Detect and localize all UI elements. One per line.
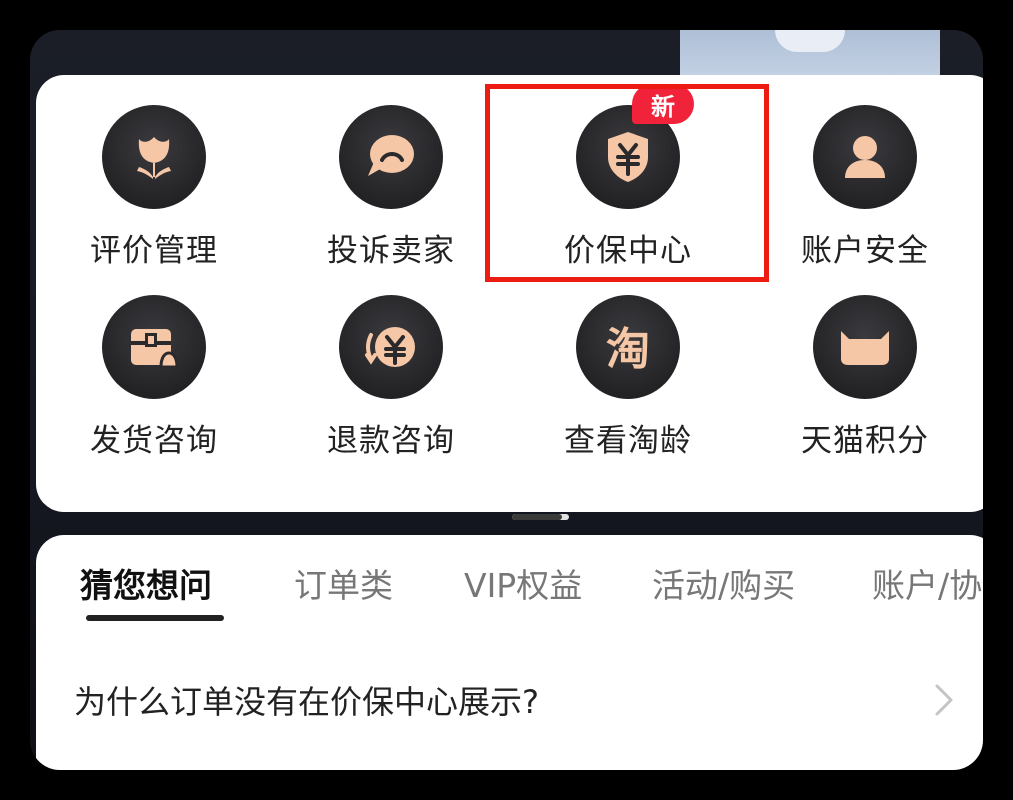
taobao-age-icon-circle: 淘 — [576, 295, 680, 399]
tab-account-agreement[interactable]: 账户/协 — [872, 559, 982, 607]
tulip-icon — [137, 137, 171, 179]
refund-yuan-icon — [365, 327, 415, 367]
active-tab-indicator — [86, 615, 224, 621]
service-tmall-points[interactable]: 天猫积分 — [755, 265, 975, 459]
service-label: 评价管理 — [90, 233, 218, 269]
service-label: 投诉卖家 — [327, 233, 455, 269]
new-badge: 新 — [632, 84, 694, 124]
chevron-right-icon[interactable] — [926, 683, 960, 717]
user-icon — [845, 136, 885, 178]
account-icon-circle — [813, 105, 917, 209]
service-label: 价保中心 — [564, 233, 692, 269]
service-taobao-age[interactable]: 淘 查看淘龄 — [518, 265, 738, 459]
tab-vip-benefits[interactable]: VIP权益 — [464, 559, 582, 607]
app-screen: 评价管理 投诉卖家 价保中心 账户安全 发货咨询 退款咨询 淘 查看淘龄 天猫积… — [30, 30, 983, 770]
review-icon-circle — [102, 105, 206, 209]
service-price-protection[interactable]: 价保中心 — [518, 75, 738, 269]
service-label: 发货咨询 — [90, 423, 218, 459]
svg-text:淘: 淘 — [606, 324, 650, 374]
service-account-security[interactable]: 账户安全 — [755, 75, 975, 269]
package-bell-icon — [131, 329, 179, 369]
service-label: 退款咨询 — [327, 423, 455, 459]
tab-activity-purchase[interactable]: 活动/购买 — [652, 559, 795, 607]
faq-card: 猜您想问 订单类 VIP权益 活动/购买 账户/协 为什么订单没有在价保中心展示… — [36, 535, 983, 770]
faq-question[interactable]: 为什么订单没有在价保中心展示? — [74, 677, 539, 723]
service-label: 账户安全 — [801, 233, 929, 269]
yuan-shield-icon — [608, 132, 648, 182]
service-label: 查看淘龄 — [564, 423, 692, 459]
tab-guess-questions[interactable]: 猜您想问 — [80, 559, 212, 607]
services-card: 评价管理 投诉卖家 价保中心 账户安全 发货咨询 退款咨询 淘 查看淘龄 天猫积… — [36, 75, 983, 512]
refund-icon-circle — [339, 295, 443, 399]
tmall-points-icon-circle — [813, 295, 917, 399]
service-label: 天猫积分 — [801, 423, 929, 459]
tab-orders[interactable]: 订单类 — [294, 559, 393, 607]
page-indicator — [512, 514, 569, 520]
complaint-icon-circle — [339, 105, 443, 209]
page-indicator-active — [512, 514, 562, 520]
service-refund-inquiry[interactable]: 退款咨询 — [281, 265, 501, 459]
service-review-management[interactable]: 评价管理 — [44, 75, 264, 269]
service-shipping-inquiry[interactable]: 发货咨询 — [44, 265, 264, 459]
service-complain-seller[interactable]: 投诉卖家 — [281, 75, 501, 269]
tmall-cat-icon — [841, 331, 889, 365]
complaint-chat-icon — [368, 135, 414, 176]
shipping-icon-circle — [102, 295, 206, 399]
tao-character-icon: 淘 — [606, 324, 650, 374]
